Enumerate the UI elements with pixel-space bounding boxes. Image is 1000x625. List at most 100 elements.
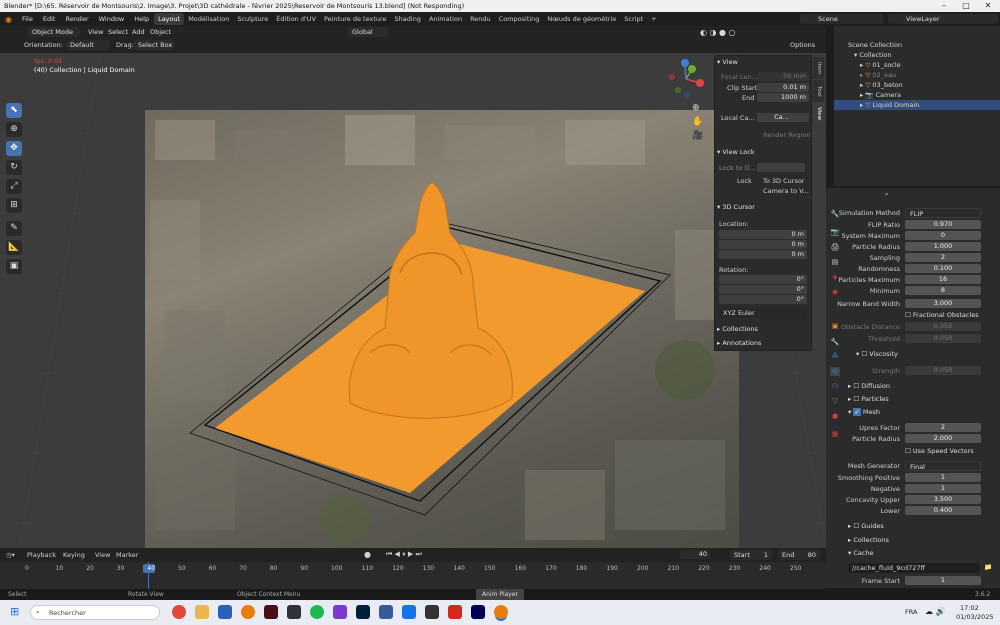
3d-viewport[interactable]: ⬉ ⊕ ✥ ↻ ⤢ ⊞ ✎ 📐 ▣ fps: 0.01 (40) Collect… bbox=[0, 53, 826, 548]
premiere-icon[interactable] bbox=[471, 605, 485, 619]
illustrator-icon[interactable] bbox=[287, 605, 301, 619]
app-icon-2[interactable] bbox=[379, 605, 393, 619]
options-button[interactable]: Options bbox=[790, 41, 815, 49]
local-camera-field[interactable]: Ca... bbox=[757, 113, 809, 122]
minimize-icon[interactable]: – bbox=[933, 0, 955, 12]
pan-hand-icon[interactable]: ✋ bbox=[692, 117, 703, 127]
timeline-view-menu[interactable]: View bbox=[95, 551, 110, 559]
3d-cursor-section-header[interactable]: ▾ 3D Cursor bbox=[717, 202, 811, 213]
cursor-loc-x-field[interactable]: 0 m bbox=[719, 230, 807, 239]
workspace-tab-layout[interactable]: Layout bbox=[154, 13, 185, 25]
particles-minimum-field[interactable]: 8 bbox=[905, 286, 981, 295]
menu-help[interactable]: Help bbox=[129, 15, 154, 23]
marker-menu[interactable]: Marker bbox=[116, 551, 138, 559]
spotify-icon[interactable] bbox=[310, 605, 324, 619]
clock-date[interactable]: 01/03/2025 bbox=[956, 613, 993, 621]
particles-panel[interactable]: ▸ ☐ Particles bbox=[848, 394, 889, 405]
blender-active-icon[interactable] bbox=[494, 605, 508, 619]
outliner-item-03-beton[interactable]: ▸ ▽ 03_beton bbox=[834, 80, 1000, 90]
file-explorer-icon[interactable] bbox=[195, 605, 209, 619]
z-axis-icon[interactable] bbox=[681, 59, 689, 67]
add-workspace-icon[interactable]: + bbox=[647, 13, 660, 25]
annotations-section-header[interactable]: ▸ Annotations bbox=[717, 338, 811, 349]
add-cube-tool-icon[interactable]: ▣ bbox=[6, 259, 22, 274]
menu-render[interactable]: Render bbox=[60, 15, 93, 23]
cursor-rot-y-field[interactable]: 0° bbox=[719, 285, 807, 294]
workspace-tab-modeling[interactable]: Modélisation bbox=[184, 13, 233, 25]
taskbar-search-box[interactable]: ⌕ Rechercher bbox=[30, 605, 160, 620]
sampling-field[interactable]: 2 bbox=[905, 253, 981, 262]
smoothing-positive-field[interactable]: 1 bbox=[905, 473, 981, 482]
blender-logo-icon[interactable]: ◉ bbox=[0, 15, 17, 24]
outliner-item-02-eau[interactable]: ▸ ▽ 02_eau bbox=[834, 70, 1000, 80]
system-tray-icons[interactable]: ☁ 🔊 bbox=[925, 607, 946, 616]
render-region-checkbox[interactable]: Render Region bbox=[763, 131, 810, 139]
properties-search-icon[interactable]: ⌕ bbox=[885, 190, 889, 199]
guides-panel[interactable]: ▸ ☐ Guides bbox=[848, 521, 884, 532]
camera-view-icon[interactable]: 🎥 bbox=[692, 131, 703, 141]
use-speed-vectors-checkbox[interactable]: ☐ Use Speed Vectors bbox=[905, 446, 974, 457]
word-icon[interactable] bbox=[218, 605, 232, 619]
menu-file[interactable]: File bbox=[17, 15, 38, 23]
focal-length-field[interactable]: 50 mm bbox=[757, 72, 809, 81]
workspace-tab-animation[interactable]: Animation bbox=[425, 13, 466, 25]
collection-row[interactable]: ▾ Collection bbox=[834, 50, 1000, 60]
transform-orientation-dropdown[interactable]: Global bbox=[348, 27, 388, 37]
photoshop-express-icon[interactable] bbox=[402, 605, 416, 619]
app-icon[interactable] bbox=[333, 605, 347, 619]
windows-start-icon[interactable]: ⊞ bbox=[10, 605, 19, 618]
mesh-panel[interactable]: ▾ ✓ Mesh bbox=[848, 407, 880, 418]
view-layer-selector[interactable]: ViewLayer bbox=[888, 14, 998, 24]
diffusion-panel[interactable]: ▸ ☐ Diffusion bbox=[848, 381, 890, 392]
mode-dropdown[interactable]: Object Mode bbox=[28, 27, 80, 37]
scene-selector[interactable]: Scene bbox=[800, 14, 884, 24]
collections-panel[interactable]: ▸ Collections bbox=[848, 535, 889, 546]
cursor-loc-z-field[interactable]: 0 m bbox=[719, 250, 807, 259]
constraints-properties-icon[interactable]: ⚇ bbox=[830, 382, 840, 391]
particles-maximum-field[interactable]: 16 bbox=[905, 275, 981, 284]
cursor-loc-y-field[interactable]: 0 m bbox=[719, 240, 807, 249]
particles-properties-icon[interactable]: ⁂ bbox=[830, 352, 840, 361]
transform-tool-icon[interactable]: ⊞ bbox=[6, 198, 22, 213]
view-section-header[interactable]: ▾ View bbox=[717, 57, 811, 68]
clip-end-field[interactable]: 1000 m bbox=[757, 93, 809, 102]
maximize-icon[interactable]: □ bbox=[955, 0, 977, 12]
data-properties-icon[interactable]: ▽ bbox=[830, 397, 840, 406]
workspace-tab-compositing[interactable]: Compositing bbox=[495, 13, 544, 25]
clock-time[interactable]: 17:02 bbox=[960, 604, 979, 612]
viewport-shading-icons[interactable]: ◐ ◑ ● ○ bbox=[700, 28, 736, 37]
cursor-tool-icon[interactable]: ⊕ bbox=[6, 122, 22, 137]
frame-start-field[interactable]: 1 bbox=[905, 576, 981, 585]
anim-player-status[interactable]: Anim Player bbox=[476, 589, 524, 600]
start-frame-field[interactable]: Start 1 bbox=[730, 550, 772, 560]
blender-taskbar-icon[interactable] bbox=[241, 605, 255, 619]
timeline-editor-type-icon[interactable]: ◷▾ bbox=[6, 551, 15, 559]
sidebar-tab-tool[interactable]: Tool bbox=[813, 80, 824, 102]
drag-dropdown[interactable]: Select Box bbox=[134, 40, 174, 50]
outliner-item-camera[interactable]: ▸ 📷 Camera bbox=[834, 90, 1000, 100]
simulation-method-dropdown[interactable]: FLIP bbox=[905, 208, 981, 218]
app-icon-3[interactable] bbox=[425, 605, 439, 619]
clip-start-field[interactable]: 0.01 m bbox=[757, 83, 809, 92]
workspace-tab-texture-paint[interactable]: Peinture de texture bbox=[320, 13, 391, 25]
close-icon[interactable]: ✕ bbox=[977, 0, 999, 12]
collections-section-header[interactable]: ▸ Collections bbox=[717, 324, 811, 335]
menu-select[interactable]: Select bbox=[108, 28, 128, 36]
playback-menu[interactable]: Playback bbox=[27, 551, 56, 559]
outliner-item-01-socle[interactable]: ▸ ▽ 01_socle bbox=[834, 60, 1000, 70]
sidebar-tab-view[interactable]: View bbox=[813, 103, 824, 125]
workspace-tab-geometry-nodes[interactable]: Nœuds de géométrie bbox=[543, 13, 620, 25]
camera-to-view-checkbox[interactable]: Camera to V... bbox=[763, 187, 809, 195]
workspace-tab-scripting[interactable]: Script bbox=[620, 13, 647, 25]
y-axis-icon[interactable] bbox=[688, 65, 696, 73]
viscosity-panel[interactable]: ▾ ☐ Viscosity bbox=[856, 349, 898, 360]
cache-panel[interactable]: ▾ Cache bbox=[848, 548, 874, 559]
workspace-tab-uv[interactable]: Édition d'UV bbox=[272, 13, 320, 25]
scene-collection-row[interactable]: Scene Collection bbox=[834, 40, 1000, 50]
menu-add[interactable]: Add bbox=[132, 28, 145, 36]
flip-ratio-field[interactable]: 0.970 bbox=[905, 220, 981, 229]
cache-directory-field[interactable]: //cache_fluid_9cd727ff bbox=[848, 563, 980, 573]
outliner-item-liquid-domain[interactable]: ▸ ▽ Liquid Domain bbox=[834, 100, 1000, 110]
narrow-band-width-field[interactable]: 3.000 bbox=[905, 299, 981, 308]
mesh-particle-radius-field[interactable]: 2.000 bbox=[905, 434, 981, 443]
